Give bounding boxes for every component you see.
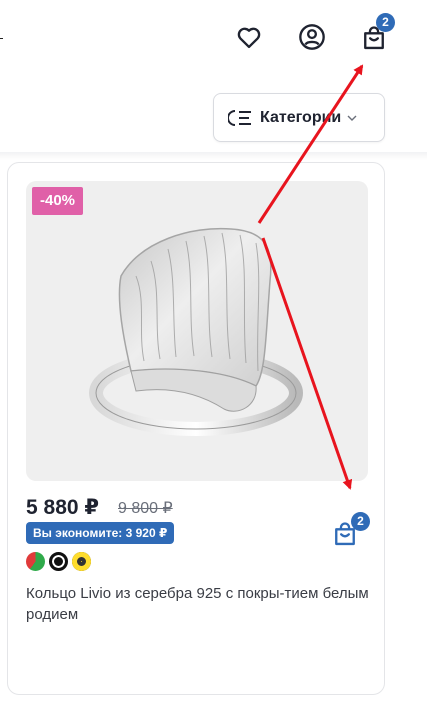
payment-icon-green [26, 552, 45, 571]
account-button[interactable] [297, 22, 327, 52]
section-divider [0, 152, 427, 160]
product-title[interactable]: Кольцо Livio из серебра 925 с покры-тием… [26, 583, 371, 625]
list-filter-icon [228, 109, 251, 126]
silver-ring-illustration [89, 227, 303, 436]
edge-mark [0, 38, 3, 39]
cart-count-badge: 2 [376, 13, 395, 32]
payment-icons [26, 552, 91, 571]
user-circle-icon [299, 24, 325, 50]
product-card[interactable]: -40% 5 880 ₽ 9 800 ₽ Вы экономите: 3 920… [7, 162, 385, 695]
categories-button[interactable]: Категории [213, 93, 385, 142]
current-price: 5 880 ₽ [26, 496, 99, 519]
payment-icon-dolyame [49, 552, 68, 571]
product-image[interactable]: -40% [26, 181, 368, 481]
savings-badge: Вы экономите: 3 920 ₽ [26, 522, 175, 544]
discount-badge: -40% [32, 187, 84, 215]
site-header: 2 [0, 0, 427, 78]
old-price: 9 800 ₽ [118, 500, 173, 517]
favorites-button[interactable] [234, 22, 264, 52]
heart-icon [237, 27, 261, 49]
product-listing-page: 2 Категории -40% 5 880 ₽ 9 800 ₽ Вы экон… [0, 0, 427, 705]
card-cart-count-badge: 2 [351, 512, 370, 531]
payment-icon-yellow [72, 552, 91, 571]
chevron-down-icon [347, 115, 357, 121]
categories-label: Категории [260, 108, 342, 126]
